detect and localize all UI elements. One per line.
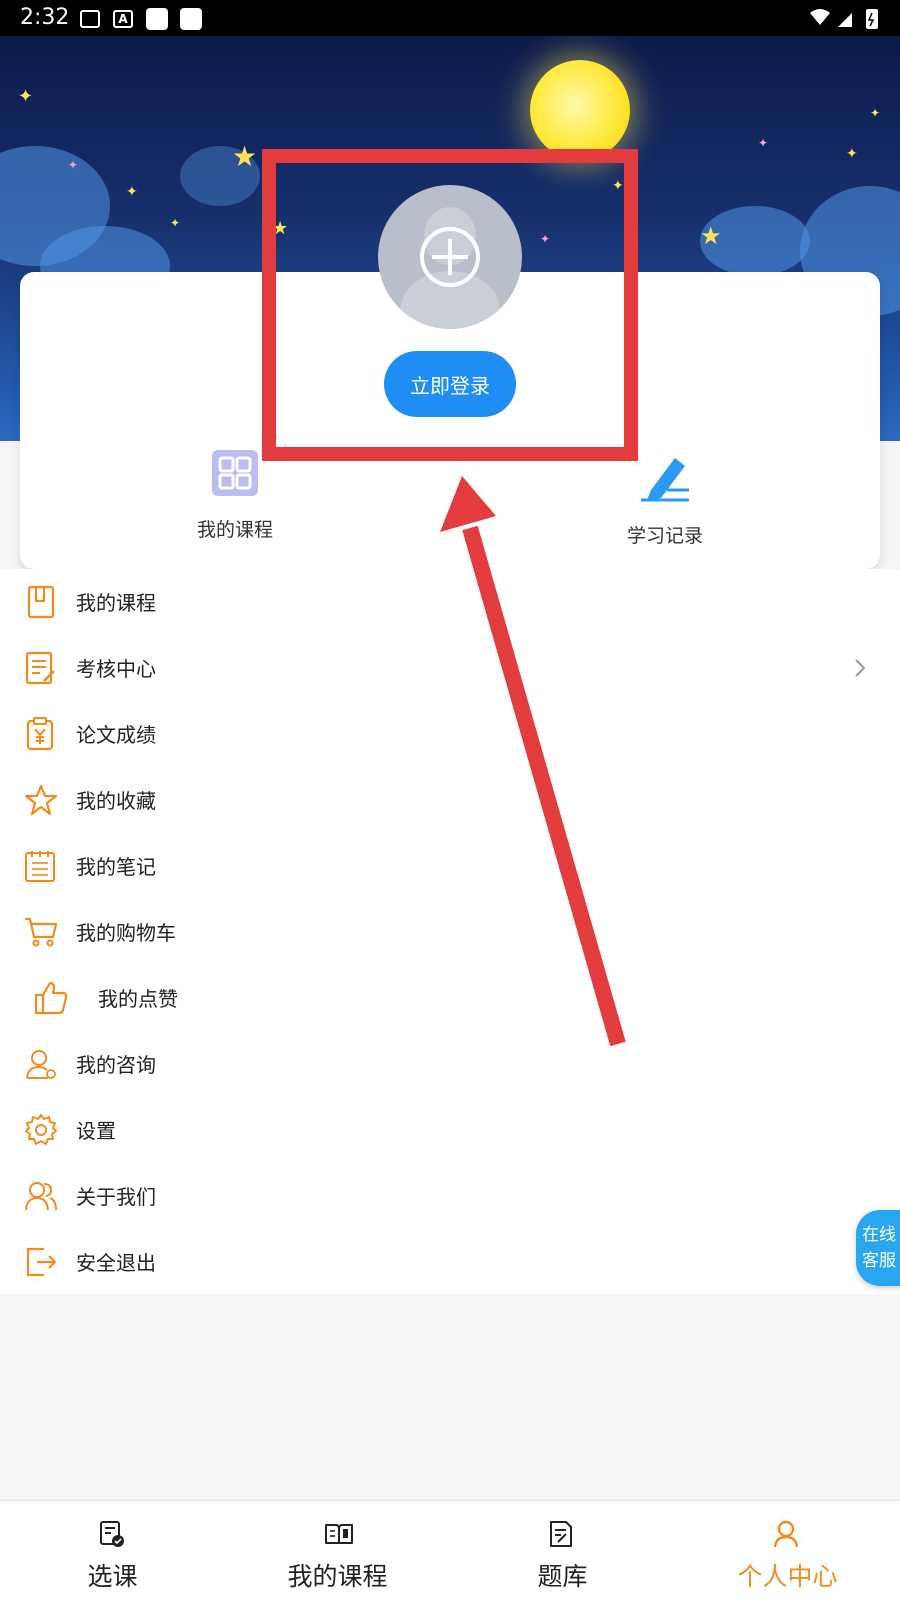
- menu-item-settings[interactable]: 设置: [0, 1097, 900, 1163]
- moon-illustration: [530, 60, 630, 160]
- notification-icon: [146, 8, 168, 30]
- status-bar: 2:32 A: [0, 0, 900, 36]
- notification-icon: [180, 8, 202, 30]
- thumbs-up-icon: [34, 981, 68, 1015]
- user-chat-icon: [26, 1050, 56, 1079]
- menu-item-label: 我的课程: [76, 591, 156, 615]
- service-line1: 在线: [862, 1225, 896, 1245]
- chevron-right-icon: [855, 659, 866, 677]
- service-line2: 客服: [862, 1251, 896, 1271]
- quick-study-record[interactable]: 学习记录: [600, 450, 730, 548]
- notebook-icon: [27, 585, 55, 619]
- tab-personal-center[interactable]: 个人中心: [675, 1501, 900, 1600]
- image-icon: [80, 10, 100, 28]
- menu-item-cart[interactable]: 我的购物车: [0, 899, 900, 965]
- menu-item-label: 安全退出: [76, 1251, 156, 1275]
- menu-item-exam-center[interactable]: 考核中心: [0, 635, 900, 701]
- menu-item-consult[interactable]: 我的咨询: [0, 1031, 900, 1097]
- cart-icon: [25, 917, 58, 947]
- menu-item-likes[interactable]: 我的点赞: [0, 965, 900, 1031]
- grid-icon: [212, 450, 258, 496]
- menu-item-about[interactable]: 关于我们: [0, 1163, 900, 1229]
- menu-item-label: 设置: [76, 1119, 116, 1143]
- menu-item-label: 论文成绩: [76, 723, 156, 747]
- people-icon: [25, 1182, 57, 1211]
- menu-item-my-courses[interactable]: 我的课程: [0, 569, 900, 635]
- menu-item-label: 我的购物车: [76, 921, 176, 945]
- tab-label: 我的课程: [287, 1562, 388, 1591]
- select-course-icon: [100, 1521, 124, 1547]
- quick-my-courses[interactable]: 我的课程: [170, 448, 300, 542]
- yen-receipt-icon: [26, 717, 54, 751]
- gear-icon: [25, 1114, 57, 1145]
- signal-battery-icon: [810, 9, 878, 29]
- person-icon: [773, 1520, 799, 1548]
- login-button[interactable]: 立即登录: [384, 351, 516, 417]
- menu-item-label: 考核中心: [76, 657, 156, 681]
- tab-select-course[interactable]: 选课: [0, 1501, 225, 1600]
- profile-page: 2:32 A ✦ ★ ✦ ✦ ★ ✦ ★ ✦ ✦ ✦ ✦ ✦ 立即登录 我的课程…: [0, 0, 900, 1600]
- menu-item-label: 我的咨询: [76, 1053, 156, 1077]
- online-service-button[interactable]: 在线 客服: [856, 1210, 900, 1286]
- menu-item-logout[interactable]: 安全退出: [0, 1229, 900, 1295]
- menu-item-label: 我的收藏: [76, 789, 156, 813]
- quick-label: 我的课程: [196, 519, 273, 541]
- status-time: 2:32: [20, 5, 70, 30]
- bottom-nav: 选课 我的课程 题库 个人中心: [0, 1500, 900, 1600]
- question-bank-icon: [550, 1521, 572, 1547]
- tab-label: 个人中心: [737, 1562, 838, 1591]
- star-icon: [24, 784, 58, 816]
- menu-item-favorites[interactable]: 我的收藏: [0, 767, 900, 833]
- menu-item-label: 我的笔记: [76, 855, 156, 879]
- logout-icon: [26, 1247, 57, 1277]
- book-icon: [325, 1524, 353, 1544]
- menu-item-label: 我的点赞: [98, 987, 178, 1011]
- menu-list: 我的课程 考核中心 论文成绩 我的收藏 我的笔记 我的购物车 我的点赞 我的咨询…: [0, 569, 900, 1294]
- menu-item-notes[interactable]: 我的笔记: [0, 833, 900, 899]
- quick-label: 学习记录: [626, 525, 703, 547]
- add-avatar-icon: [420, 227, 480, 287]
- tab-question-bank[interactable]: 题库: [450, 1501, 675, 1600]
- tab-label: 题库: [537, 1562, 588, 1591]
- tab-my-courses[interactable]: 我的课程: [225, 1501, 450, 1600]
- avatar[interactable]: [378, 185, 522, 329]
- font-icon: A: [113, 10, 133, 28]
- notepad-icon: [25, 851, 55, 882]
- clipboard-edit-icon: [25, 651, 55, 685]
- menu-item-label: 关于我们: [76, 1185, 156, 1209]
- tab-label: 选课: [87, 1562, 138, 1591]
- pen-icon: [641, 458, 689, 502]
- menu-item-thesis-grades[interactable]: 论文成绩: [0, 701, 900, 767]
